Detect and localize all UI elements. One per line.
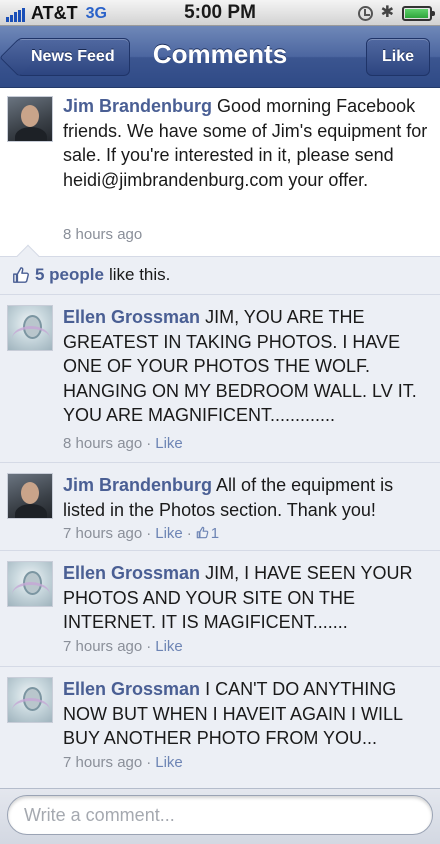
status-bar: AT&T 3G 5:00 PM ✱ [0, 0, 440, 26]
thumbs-up-icon [196, 526, 209, 539]
comment-author[interactable]: Ellen Grossman [63, 563, 200, 583]
battery-level-fill [405, 8, 428, 18]
comment-meta: 7 hours ago · Like [63, 754, 183, 771]
thumbs-up-icon [13, 267, 29, 283]
comment-timestamp: 7 hours ago [63, 525, 143, 542]
post-meta: 8 hours ago [63, 226, 142, 243]
avatar[interactable] [7, 96, 53, 142]
comment-body: Ellen Grossman JIM, I HAVE SEEN YOUR PHO… [63, 561, 428, 635]
comment-like-link[interactable]: Like [155, 525, 183, 542]
comment-item: Ellen Grossman JIM, YOU ARE THE GREATEST… [0, 294, 440, 462]
alarm-clock-icon [357, 5, 373, 21]
comment-like-link[interactable]: Like [155, 435, 183, 452]
comment-timestamp: 7 hours ago [63, 638, 143, 655]
status-right: ✱ [357, 4, 435, 21]
comment-like-count-value: 1 [210, 525, 220, 542]
original-post: Jim Brandenburg Good morning Facebook fr… [0, 88, 440, 256]
comment-author[interactable]: Jim Brandenburg [63, 475, 212, 495]
avatar[interactable] [7, 677, 53, 723]
comment-author[interactable]: Ellen Grossman [63, 679, 200, 699]
comment-item: Ellen Grossman I CAN'T DO ANYTHING NOW B… [0, 666, 440, 788]
likes-content: 5 people like this. [12, 265, 170, 285]
comment-like-link[interactable]: Like [155, 754, 183, 771]
comment-body: Ellen Grossman JIM, YOU ARE THE GREATEST… [63, 305, 428, 428]
avatar[interactable] [7, 305, 53, 351]
post-body: Jim Brandenburg Good morning Facebook fr… [63, 94, 428, 192]
likes-count[interactable]: 5 people [35, 265, 104, 285]
avatar[interactable] [7, 561, 53, 607]
comment-item: Jim Brandenburg All of the equipment is … [0, 462, 440, 550]
comment-composer [0, 788, 440, 844]
navigation-bar: News Feed Comments Like [0, 26, 440, 88]
likes-suffix: like this. [108, 265, 171, 284]
comment-meta: 7 hours ago · Like · 1 [63, 525, 220, 542]
comment-meta: 8 hours ago · Like [63, 435, 183, 452]
comment-timestamp: 7 hours ago [63, 754, 143, 771]
likes-summary[interactable]: 5 people like this. [0, 244, 440, 294]
comment-input[interactable] [7, 795, 433, 835]
post-author[interactable]: Jim Brandenburg [63, 96, 212, 116]
like-post-button[interactable]: Like [366, 38, 430, 76]
comment-item: Ellen Grossman JIM, I HAVE SEEN YOUR PHO… [0, 550, 440, 666]
post-timestamp: 8 hours ago [63, 226, 143, 243]
comment-author[interactable]: Ellen Grossman [63, 307, 200, 327]
comment-body: Jim Brandenburg All of the equipment is … [63, 473, 428, 522]
comment-like-link[interactable]: Like [155, 638, 183, 655]
bluetooth-icon: ✱ [380, 4, 394, 21]
battery-icon [402, 5, 435, 21]
comment-body: Ellen Grossman I CAN'T DO ANYTHING NOW B… [63, 677, 428, 751]
comment-like-count[interactable]: 1 [196, 525, 219, 542]
comment-meta: 7 hours ago · Like [63, 638, 183, 655]
comments-list: Ellen Grossman JIM, YOU ARE THE GREATEST… [0, 294, 440, 788]
comment-timestamp: 8 hours ago [63, 435, 143, 452]
avatar[interactable] [7, 473, 53, 519]
